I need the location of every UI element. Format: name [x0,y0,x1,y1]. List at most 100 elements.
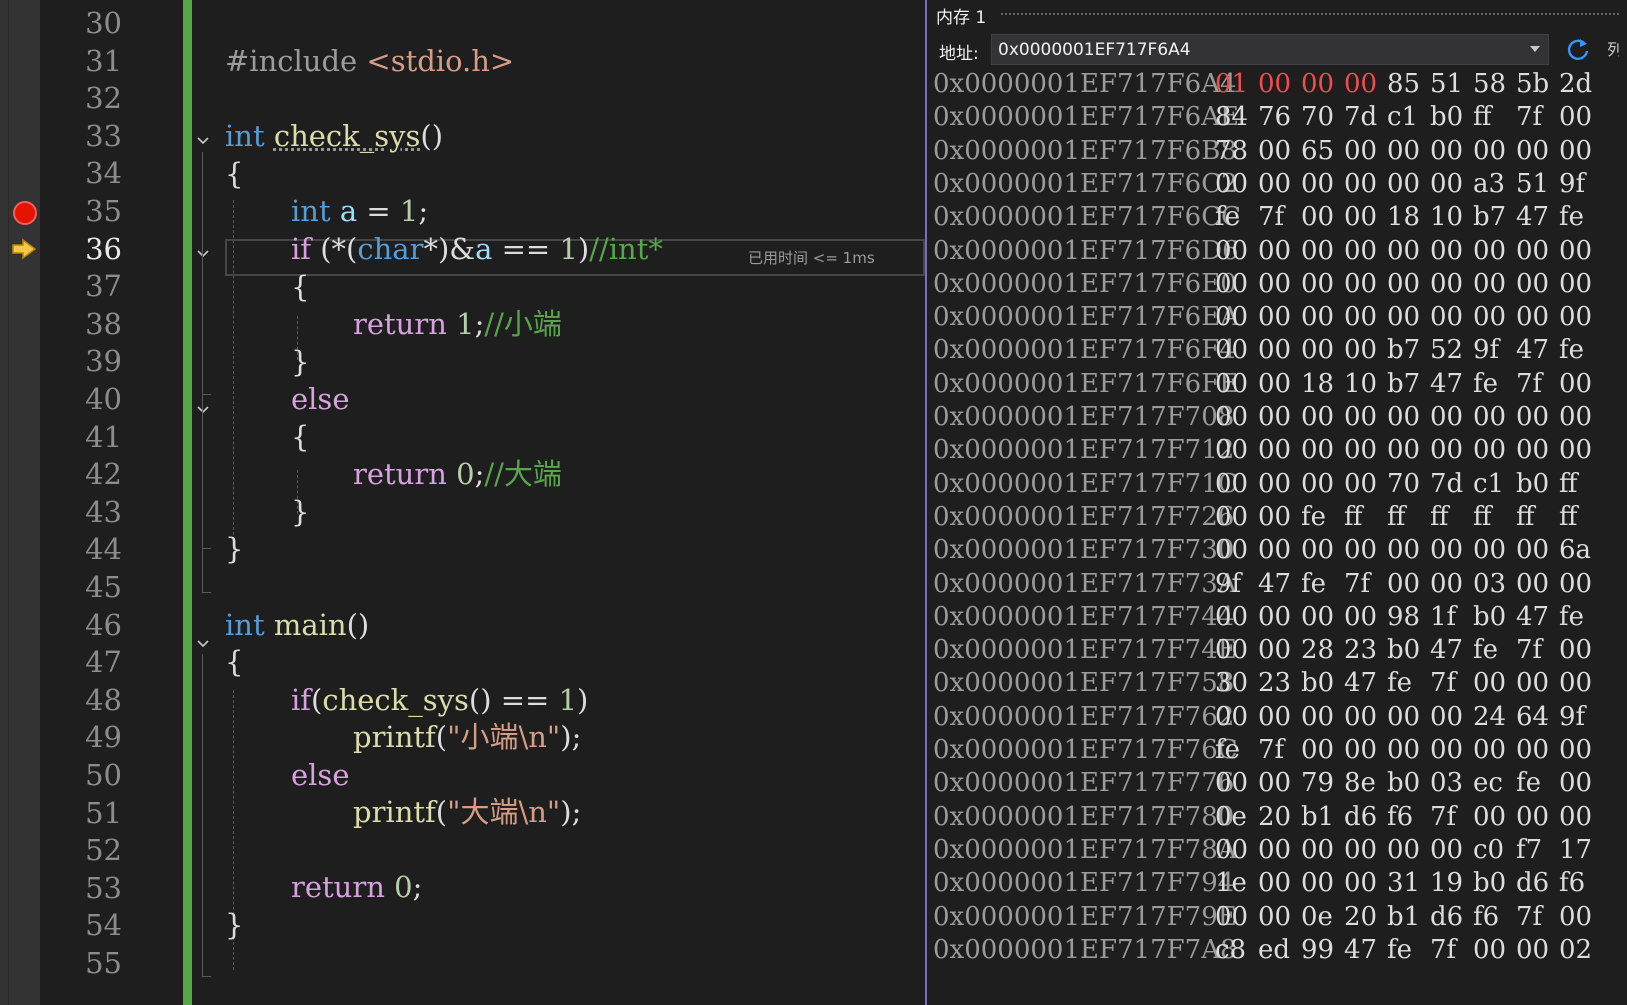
memory-byte[interactable]: 00 [1344,267,1384,301]
memory-byte[interactable]: 00 [1215,467,1255,501]
memory-byte[interactable]: 00 [1473,733,1513,767]
memory-byte[interactable]: 00 [1516,733,1556,767]
code-line-39[interactable]: } [291,343,309,382]
memory-byte[interactable]: 70 [1301,100,1341,134]
memory-byte[interactable]: 00 [1473,134,1513,168]
breakpoint-icon[interactable] [13,201,37,225]
memory-byte[interactable]: 00 [1344,333,1384,367]
memory-byte[interactable]: 00 [1301,433,1341,467]
memory-byte[interactable]: 00 [1258,134,1298,168]
memory-byte[interactable]: 00 [1258,500,1298,534]
glyph-margin[interactable] [0,0,40,1005]
memory-byte[interactable]: ff [1473,100,1513,134]
memory-byte[interactable]: 00 [1301,467,1341,501]
refresh-icon[interactable] [1564,36,1592,64]
memory-byte[interactable]: 0e [1301,900,1341,934]
memory-byte[interactable]: 00 [1516,800,1556,834]
memory-byte[interactable]: 18 [1387,200,1427,234]
memory-byte[interactable]: 00 [1430,700,1470,734]
memory-byte[interactable]: 00 [1559,733,1599,767]
memory-byte[interactable]: 00 [1516,433,1556,467]
memory-byte[interactable]: 00 [1516,666,1556,700]
memory-byte[interactable]: 00 [1387,267,1427,301]
memory-byte[interactable]: ff [1559,467,1599,501]
memory-byte[interactable]: b1 [1387,900,1427,934]
columns-button[interactable]: 列 [1607,36,1619,64]
memory-byte[interactable]: 00 [1344,433,1384,467]
memory-byte[interactable]: 00 [1301,833,1341,867]
memory-byte[interactable]: 00 [1344,467,1384,501]
memory-byte[interactable]: 65 [1301,134,1341,168]
memory-byte[interactable]: c8 [1215,933,1255,967]
memory-byte[interactable]: 00 [1387,567,1427,601]
memory-byte[interactable]: 00 [1387,300,1427,334]
memory-byte[interactable]: b7 [1387,367,1427,401]
memory-byte[interactable]: 00 [1301,234,1341,268]
memory-byte[interactable]: 10 [1430,200,1470,234]
memory-byte[interactable]: 7f [1516,900,1556,934]
memory-byte[interactable]: 9f [1559,167,1599,201]
memory-byte[interactable]: 00 [1258,833,1298,867]
memory-byte[interactable]: 00 [1559,900,1599,934]
memory-byte[interactable]: 23 [1344,633,1384,667]
code-line-46[interactable]: int main() [225,606,369,645]
memory-byte[interactable]: 00 [1258,267,1298,301]
memory-byte[interactable]: fe [1387,666,1427,700]
memory-byte[interactable]: 00 [1258,400,1298,434]
memory-byte[interactable]: 00 [1387,433,1427,467]
code-line-36[interactable]: if (*(char*)&a == 1)//int* [291,230,663,269]
memory-byte[interactable]: 9f [1559,700,1599,734]
memory-byte[interactable]: 52 [1430,333,1470,367]
memory-byte[interactable]: 00 [1258,167,1298,201]
code-line-51[interactable]: printf("大端\n"); [353,793,581,832]
memory-byte[interactable]: 00 [1344,700,1384,734]
memory-byte[interactable]: 00 [1430,400,1470,434]
memory-byte[interactable]: d6 [1516,866,1556,900]
memory-byte[interactable]: 9f [1473,333,1513,367]
memory-byte[interactable]: 28 [1301,633,1341,667]
memory-byte[interactable]: 00 [1215,267,1255,301]
code-line-47[interactable]: { [225,643,243,682]
memory-byte[interactable]: 00 [1559,800,1599,834]
address-combobox[interactable] [991,34,1549,65]
memory-byte[interactable]: c1 [1387,100,1427,134]
memory-byte[interactable]: 6a [1559,533,1599,567]
memory-byte[interactable]: 00 [1258,866,1298,900]
memory-byte[interactable]: 00 [1559,267,1599,301]
code-line-41[interactable]: { [291,418,309,457]
memory-byte[interactable]: 00 [1387,400,1427,434]
memory-byte[interactable]: 00 [1215,900,1255,934]
memory-byte[interactable]: 7d [1430,467,1470,501]
memory-byte[interactable]: 00 [1258,766,1298,800]
memory-byte[interactable]: 47 [1516,600,1556,634]
memory-byte[interactable]: 00 [1430,533,1470,567]
memory-byte[interactable]: 7f [1516,367,1556,401]
memory-byte[interactable]: 20 [1258,800,1298,834]
memory-byte[interactable]: 47 [1516,200,1556,234]
memory-byte[interactable]: ff [1344,500,1384,534]
memory-byte[interactable]: fe [1473,367,1513,401]
memory-byte[interactable]: 00 [1258,533,1298,567]
code-line-38[interactable]: return 1;//小端 [353,305,562,344]
memory-byte[interactable]: 47 [1344,666,1384,700]
memory-byte[interactable]: d6 [1344,800,1384,834]
memory-byte[interactable]: 1f [1430,600,1470,634]
memory-byte[interactable]: 47 [1344,933,1384,967]
memory-byte[interactable]: 47 [1430,367,1470,401]
memory-byte[interactable]: b0 [1473,866,1513,900]
memory-byte[interactable]: 31 [1387,866,1427,900]
memory-byte[interactable]: f6 [1559,866,1599,900]
memory-byte[interactable]: 00 [1559,567,1599,601]
memory-byte[interactable]: 00 [1301,167,1341,201]
memory-byte[interactable]: 00 [1387,533,1427,567]
memory-byte[interactable]: 00 [1516,300,1556,334]
memory-byte[interactable]: 7f [1516,633,1556,667]
memory-byte[interactable]: 84 [1215,100,1255,134]
memory-byte[interactable]: fe [1473,633,1513,667]
memory-byte[interactable]: ff [1516,500,1556,534]
memory-byte[interactable]: ed [1258,933,1298,967]
memory-byte[interactable]: 00 [1473,234,1513,268]
memory-byte[interactable]: 00 [1258,67,1298,101]
memory-byte[interactable]: fe [1387,933,1427,967]
memory-byte[interactable]: 00 [1215,400,1255,434]
